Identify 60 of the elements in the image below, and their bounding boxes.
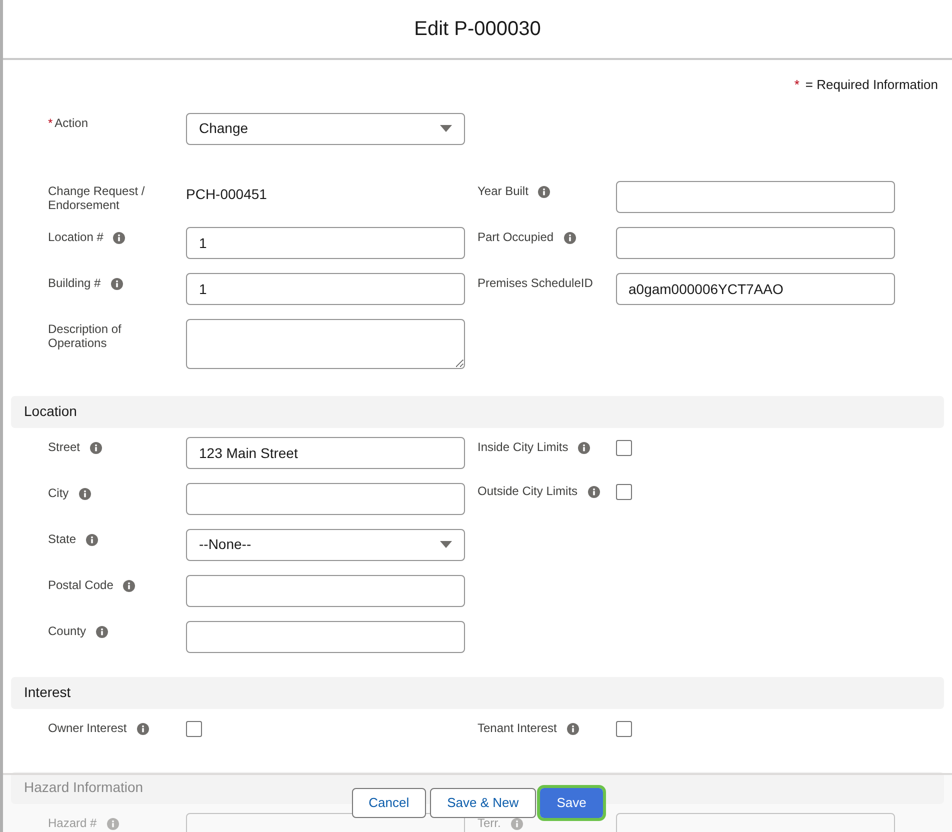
modal-title: Edit P-000030 — [414, 17, 541, 42]
field-label: Hazard # — [48, 816, 97, 830]
info-icon[interactable] — [90, 442, 102, 454]
info-icon[interactable] — [113, 232, 126, 244]
checkbox[interactable] — [616, 720, 632, 736]
input-field[interactable]: 1 — [186, 272, 465, 304]
required-legend: = Required Information — [805, 75, 938, 94]
section-header: Location — [11, 396, 944, 428]
field-label: Postal Code — [48, 578, 114, 592]
info-icon[interactable] — [538, 186, 550, 198]
input-field[interactable] — [616, 226, 894, 258]
field-label: City — [48, 486, 69, 500]
field-label: State — [48, 532, 76, 546]
input-field[interactable] — [186, 574, 465, 606]
field-label: Owner Interest — [48, 720, 127, 734]
caret-icon — [440, 125, 452, 132]
field-label: Part Occupied — [478, 230, 554, 244]
select-field[interactable]: Change — [186, 112, 465, 144]
footer-button[interactable]: Save & New — [430, 788, 536, 818]
info-icon[interactable] — [123, 580, 136, 592]
field-label: Terr. — [478, 816, 501, 830]
field-label: Location # — [48, 230, 104, 244]
info-icon[interactable] — [86, 534, 98, 546]
input-field[interactable] — [186, 482, 465, 514]
field-value: PCH-000451 — [186, 184, 267, 204]
field-label: Inside City Limits — [478, 440, 568, 454]
info-icon[interactable] — [566, 722, 579, 734]
info-icon[interactable] — [588, 486, 600, 498]
checkbox[interactable] — [616, 440, 632, 456]
input-field[interactable]: a0gam000006YCT7AAO — [616, 272, 894, 304]
field-label: County — [48, 624, 86, 638]
field-label: Street — [48, 440, 80, 454]
info-icon[interactable] — [564, 232, 576, 244]
footer-button[interactable]: Cancel — [352, 788, 426, 818]
field-label: Premises ScheduleID — [478, 276, 593, 290]
checkbox[interactable] — [616, 484, 632, 500]
required-mark: * — [794, 76, 800, 94]
input-field[interactable]: 1 — [186, 226, 465, 258]
text-area[interactable] — [186, 318, 465, 368]
field-label: Action — [54, 116, 88, 130]
info-icon[interactable] — [136, 722, 149, 734]
info-icon[interactable] — [78, 488, 91, 500]
info-icon[interactable] — [96, 626, 108, 638]
field-label: Building # — [48, 276, 101, 290]
field-label: Description of Operations — [48, 322, 122, 350]
field-label: Change Request / Endorsement — [48, 184, 146, 212]
required-mark: * — [48, 116, 53, 130]
select-field[interactable]: --None-- — [186, 528, 465, 560]
info-icon[interactable] — [578, 442, 590, 454]
checkbox[interactable] — [186, 720, 202, 736]
caret-icon — [440, 541, 452, 548]
field-label: Tenant Interest — [478, 720, 557, 734]
info-icon[interactable] — [510, 818, 523, 830]
section-header: Interest — [11, 676, 944, 708]
input-field[interactable]: 123 Main Street — [186, 436, 465, 468]
info-icon[interactable] — [110, 278, 123, 290]
field-label: Year Built — [478, 184, 528, 198]
field-label: Outside City Limits — [478, 484, 578, 498]
input-field[interactable] — [616, 180, 894, 212]
input-field[interactable] — [186, 620, 465, 652]
